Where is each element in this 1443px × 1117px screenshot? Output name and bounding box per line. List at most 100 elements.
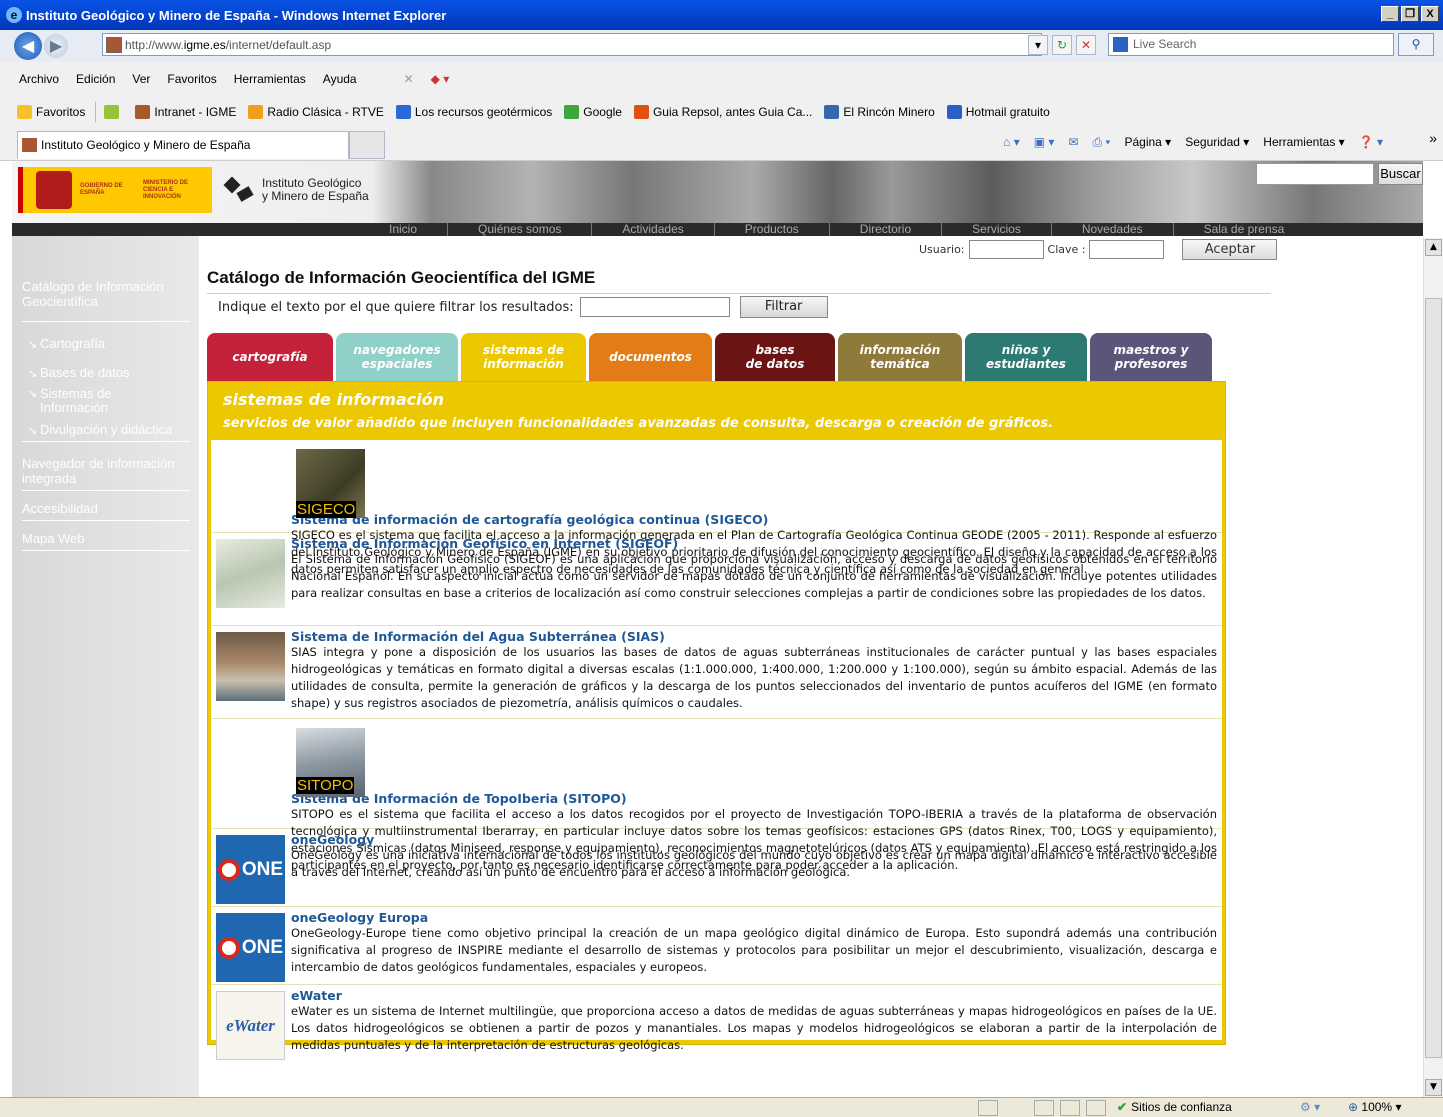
nav-sala-de-prensa[interactable]: Sala de prensa [1174, 223, 1315, 236]
ewater-thumbnail[interactable]: eWater [216, 991, 285, 1060]
scroll-up-icon[interactable]: ▲ [1425, 239, 1442, 256]
tab-maestros-y-profesores[interactable]: maestros y profesores [1090, 333, 1212, 381]
site-search-input[interactable] [1256, 163, 1374, 185]
favorite-link-icon [564, 105, 580, 119]
user-input[interactable] [968, 240, 1044, 259]
entry-title[interactable]: Sistema de Información Geofísico en Inte… [291, 536, 1217, 551]
sidebar-item-divulgacion[interactable]: ↘ Divulgación y didáctica [22, 422, 190, 442]
favorites-button[interactable]: Favoritos [17, 105, 85, 119]
menu-edicion[interactable]: Edición [76, 72, 115, 86]
window-title: Instituto Geológico y Minero de España -… [26, 7, 447, 23]
home-icon[interactable]: ⌂ ▾ [1003, 135, 1020, 150]
tab-bases-de-datos[interactable]: bases de datos [715, 333, 835, 381]
igme-logo[interactable]: Instituto Geológico y Minero de España [222, 175, 369, 205]
sigeof-thumbnail[interactable] [216, 539, 285, 608]
nav-quienes-somos[interactable]: Quiénes somos [448, 223, 593, 236]
menu-herramientas-cmd[interactable]: Herramientas ▾ [1263, 135, 1344, 150]
chevron-icon[interactable]: » [1429, 130, 1437, 146]
sitopo-thumbnail[interactable]: SITOPO [296, 728, 365, 797]
login-button[interactable]: Aceptar [1182, 239, 1278, 260]
tab-sistemas-de-informacion[interactable]: sistemas de información [461, 333, 586, 381]
feeds-icon[interactable]: ▣ ▾ [1034, 135, 1055, 150]
entry-title[interactable]: eWater [291, 988, 1217, 1003]
help-icon[interactable]: ❓ ▾ [1359, 135, 1383, 150]
zoom-level[interactable]: ⊕ 100% ▾ [1348, 1100, 1401, 1114]
close-button[interactable]: X [1421, 6, 1439, 22]
tab-documentos[interactable]: documentos [589, 333, 712, 381]
nav-novedades[interactable]: Novedades [1052, 223, 1174, 236]
nav-directorio[interactable]: Directorio [830, 223, 943, 236]
sigeco-thumbnail[interactable]: SIGECO [296, 449, 365, 518]
entry-title[interactable]: Sistema de Información de TopoIberia (SI… [291, 791, 1217, 806]
favorite-link[interactable]: Google [564, 105, 622, 119]
nav-actividades[interactable]: Actividades [592, 223, 715, 236]
search-icon[interactable]: ⚲ [1398, 33, 1434, 56]
onegeology-europa-thumbnail[interactable]: ONE [216, 913, 285, 982]
site-search-button[interactable]: Buscar [1378, 163, 1423, 185]
favorite-link[interactable]: Guia Repsol, antes Guia Ca... [633, 105, 812, 119]
maximize-button[interactable]: ❐ [1401, 6, 1419, 22]
print-icon[interactable]: ⎙ ▾ [1093, 135, 1111, 150]
nav-servicios[interactable]: Servicios [942, 223, 1052, 236]
close-toolbar-icon[interactable]: ✕ [404, 72, 414, 86]
new-tab-button[interactable] [349, 131, 385, 159]
menu-pagina[interactable]: Página ▾ [1124, 135, 1171, 150]
onegeology-thumbnail[interactable]: ONE [216, 835, 285, 904]
refresh-icon[interactable]: ↻ [1052, 35, 1072, 55]
logo-line1: Instituto Geológico [262, 176, 362, 190]
tab-navegadores-espaciales[interactable]: navegadores espaciales [336, 333, 458, 381]
page-scrollbar[interactable]: ▲ ▼ [1423, 238, 1443, 1097]
minimize-button[interactable]: _ [1381, 6, 1399, 22]
address-bar[interactable]: http://www. igme.es/internet/default.asp [102, 33, 1042, 56]
entry-title[interactable]: Sistema de Información del Agua Subterrá… [291, 629, 1217, 644]
government-logo[interactable]: GOBIERNO DE ESPAÑA MINISTERIO DE CIENCIA… [18, 167, 212, 213]
password-input[interactable] [1089, 240, 1165, 259]
filter-input[interactable] [579, 297, 730, 317]
favorite-link[interactable]: El Rincón Minero [824, 105, 935, 119]
add-favorite-icon[interactable] [104, 105, 123, 119]
sidebar-item-mapa-web[interactable]: Mapa Web [22, 531, 190, 551]
tab-cartografia[interactable]: cartografía [207, 333, 333, 381]
sidebar-catalog[interactable]: Catálogo de Información Geocientífica [22, 279, 190, 322]
nav-inicio[interactable]: Inicio [359, 223, 449, 236]
tab-ninos-y-estudiantes[interactable]: niños y estudiantes [965, 333, 1087, 381]
menu-herramientas[interactable]: Herramientas [234, 72, 306, 86]
entry-title[interactable]: oneGeology [291, 832, 1217, 847]
protected-mode-icon[interactable]: ⚙ ▾ [1300, 1100, 1320, 1114]
back-icon[interactable]: ◀ [14, 32, 42, 60]
sidebar-item-cartografia[interactable]: ↘ Cartografía [22, 336, 190, 351]
thumbnail-label: eWater [226, 1015, 275, 1035]
tab-informacion-tematica[interactable]: información temática [838, 333, 962, 381]
mail-icon[interactable]: ✉ [1068, 135, 1078, 150]
browser-tab[interactable]: Instituto Geológico y Minero de España [17, 131, 349, 159]
favorite-link[interactable]: Hotmail gratuito [946, 105, 1050, 119]
entry-title[interactable]: Sistema de información de cartografía ge… [291, 512, 1217, 527]
site-top-nav: Inicio Quiénes somos Actividades Product… [12, 223, 1423, 236]
entry-title[interactable]: oneGeology Europa [291, 910, 1217, 925]
forward-icon[interactable]: ▶ [44, 34, 68, 58]
live-search-input[interactable]: Live Search [1108, 33, 1394, 56]
sidebar-item-sistemas[interactable]: ↘ Sistemas de Información [22, 387, 190, 415]
scroll-down-icon[interactable]: ▼ [1425, 1079, 1442, 1096]
entry-text: SIAS integra y pone a disposición de los… [291, 645, 1217, 710]
favorite-link[interactable]: Intranet - IGME [135, 105, 236, 119]
menu-ver[interactable]: Ver [132, 72, 150, 86]
menu-favoritos[interactable]: Favoritos [167, 72, 216, 86]
sidebar-item-accesibilidad[interactable]: Accesibilidad [22, 501, 190, 521]
dropdown-icon[interactable]: ▾ [1028, 35, 1048, 55]
favorite-link[interactable]: Radio Clásica - RTVE [248, 105, 384, 119]
menu-ayuda[interactable]: Ayuda [323, 72, 357, 86]
filter-button[interactable]: Filtrar [739, 296, 828, 318]
favorite-link[interactable]: Los recursos geotérmicos [395, 105, 552, 119]
sidebar-item-bases-de-datos[interactable]: ↘ Bases de datos [22, 365, 190, 380]
menu-seguridad[interactable]: Seguridad ▾ [1185, 135, 1249, 150]
nav-productos[interactable]: Productos [715, 223, 830, 236]
sidebar-item-navegador[interactable]: Navegador de información integrada [22, 456, 190, 491]
menu-archivo[interactable]: Archivo [19, 72, 59, 86]
sias-thumbnail[interactable] [216, 632, 285, 701]
stop-icon[interactable]: ✕ [1076, 35, 1096, 55]
sidebar-item-label: Bases de datos [40, 365, 130, 380]
scroll-thumb[interactable] [1425, 298, 1442, 1058]
toolbar-options-icon[interactable]: ◆ ▾ [431, 72, 450, 86]
security-zone[interactable]: ✔ Sitios de confianza [1117, 1100, 1232, 1114]
